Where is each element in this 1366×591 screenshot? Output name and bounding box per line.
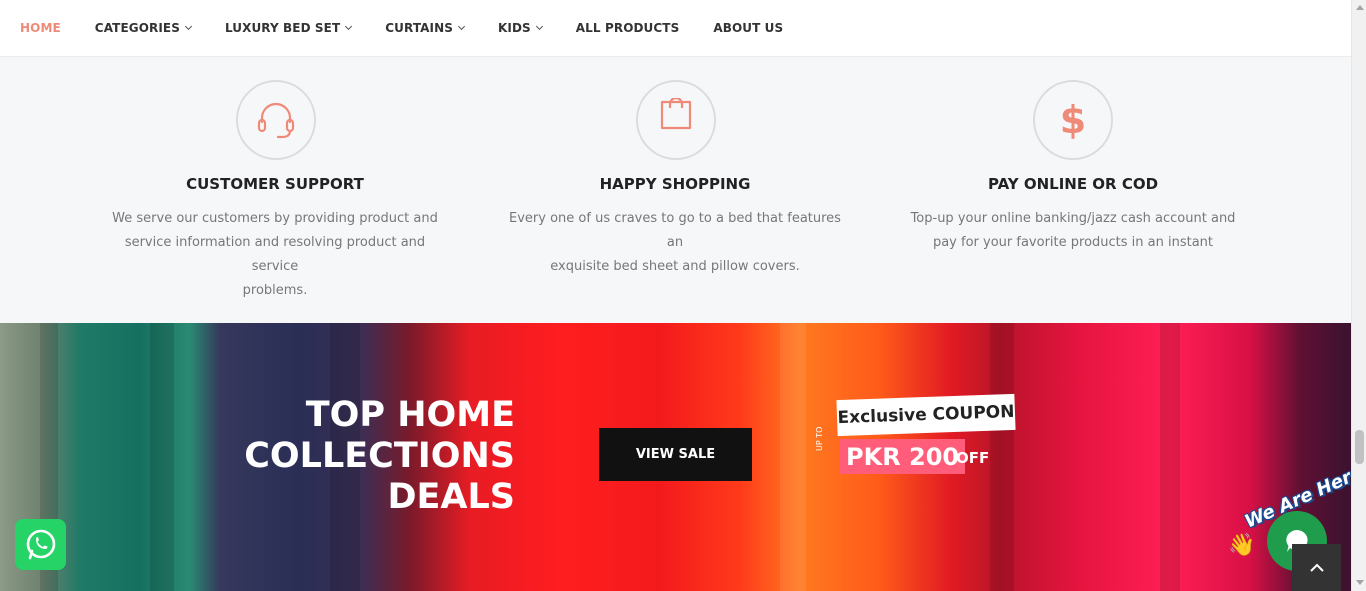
whatsapp-icon xyxy=(26,529,55,559)
headline-line: DEALS xyxy=(387,477,515,517)
nav-about-us-label: ABOUT US xyxy=(713,21,784,35)
chevron-down-icon xyxy=(457,22,466,31)
fabric-fold xyxy=(780,323,806,591)
coupon-amount: PKR 200 xyxy=(840,439,966,474)
view-sale-button[interactable]: VIEW SALE xyxy=(599,428,752,481)
headset-icon xyxy=(236,80,316,160)
headline-line: COLLECTIONS xyxy=(244,436,515,476)
main-nav: HOME CATEGORIES LUXURY BED SET CURTAINS … xyxy=(0,0,1351,57)
nav-home[interactable]: HOME xyxy=(20,21,61,35)
nav-kids[interactable]: KIDS xyxy=(498,21,543,35)
scroll-down-arrow-icon[interactable] xyxy=(1356,580,1364,585)
chevron-down-icon xyxy=(345,22,353,31)
page-scrollbar[interactable] xyxy=(1351,0,1366,591)
scroll-thumb[interactable] xyxy=(1355,430,1364,464)
whatsapp-button[interactable] xyxy=(15,519,66,570)
nav-luxury-bed-set-label: LUXURY BED SET xyxy=(224,21,341,35)
fabric-fold xyxy=(1160,323,1180,591)
coupon-title: Exclusive COUPON xyxy=(836,393,1016,437)
promo-banner: TOP HOME COLLECTIONS DEALS VIEW SALE Exc… xyxy=(0,323,1351,591)
nav-home-label: HOME xyxy=(20,21,61,35)
feature-description: Every one of us craves to go to a bed th… xyxy=(505,207,845,279)
feature-desc-line: Top-up your online banking/jazz cash acc… xyxy=(910,211,1236,226)
shopping-bag-icon xyxy=(636,80,716,160)
feature-desc-line: service information and resolving produc… xyxy=(124,235,426,274)
feature-desc-line: problems. xyxy=(242,283,308,298)
waving-hand-icon: 👋 xyxy=(1228,532,1256,557)
feature-desc-line: pay for your favorite products in an ins… xyxy=(932,235,1214,250)
feature-title: CUSTOMER SUPPORT xyxy=(186,175,364,193)
nav-about-us[interactable]: ABOUT US xyxy=(713,21,783,35)
feature-description: Top-up your online banking/jazz cash acc… xyxy=(903,207,1243,255)
dollar-icon: $ xyxy=(1033,80,1113,160)
coupon-off-label: OFF xyxy=(956,449,990,467)
chevron-up-icon xyxy=(1309,563,1324,572)
feature-title: PAY ONLINE OR COD xyxy=(987,175,1159,193)
feature-desc-line: We serve our customers by providing prod… xyxy=(112,211,438,226)
chevron-down-icon xyxy=(184,22,192,31)
feature-desc-line: Every one of us craves to go to a bed th… xyxy=(509,211,841,250)
feature-desc-line: exquisite bed sheet and pillow covers. xyxy=(550,259,800,274)
feature-description: We serve our customers by providing prod… xyxy=(105,207,445,303)
fabric-fold xyxy=(150,323,174,591)
features-section: CUSTOMER SUPPORT We serve our customers … xyxy=(0,57,1351,323)
nav-curtains-label: CURTAINS xyxy=(385,21,454,35)
nav-all-products-label: ALL PRODUCTS xyxy=(575,21,680,35)
nav-all-products[interactable]: ALL PRODUCTS xyxy=(576,21,680,35)
nav-categories[interactable]: CATEGORIES xyxy=(94,21,192,35)
headline-line: TOP HOME xyxy=(305,395,515,435)
banner-headline: TOP HOME COLLECTIONS DEALS xyxy=(244,395,515,518)
fabric-fold xyxy=(990,323,1014,591)
nav-kids-label: KIDS xyxy=(498,21,531,35)
nav-curtains[interactable]: CURTAINS xyxy=(385,21,466,35)
upto-label: UP TO xyxy=(815,426,824,451)
scroll-up-arrow-icon[interactable] xyxy=(1356,5,1364,10)
feature-title: HAPPY SHOPPING xyxy=(599,175,751,193)
nav-luxury-bed-set[interactable]: LUXURY BED SET xyxy=(224,21,353,35)
scroll-to-top-button[interactable] xyxy=(1292,544,1341,591)
nav-categories-label: CATEGORIES xyxy=(94,21,180,35)
chevron-down-icon xyxy=(535,22,543,31)
